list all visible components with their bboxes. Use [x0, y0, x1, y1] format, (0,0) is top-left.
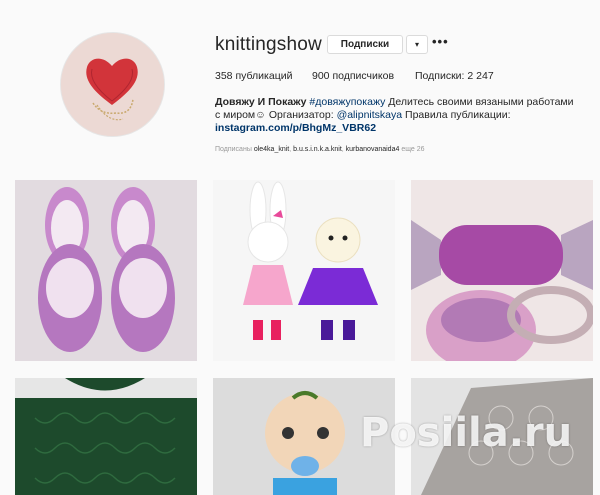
followed-by-user[interactable]: ole4ka_knit [254, 146, 289, 153]
posts-count-label: публикаций [235, 70, 293, 82]
bio-rules-label: Правила публикации: [405, 109, 511, 121]
bio-link[interactable]: instagram.com/p/BhgMz_VBR62 [215, 122, 376, 134]
profile-avatar[interactable] [60, 32, 165, 137]
post-thumbnail-knitted-bunny-toys[interactable] [213, 180, 395, 361]
following-count-label: Подписки: [415, 70, 465, 82]
followers-count-label: подписчиков [332, 70, 395, 82]
posts-count-value: 358 [215, 70, 233, 82]
more-options-icon[interactable]: ••• [432, 34, 449, 49]
followed-by-more[interactable]: еще 26 [401, 146, 424, 153]
followers-count-value: 900 [312, 70, 330, 82]
following-count[interactable]: Подписки: 2 247 [415, 70, 494, 82]
followed-by-label: Подписаны [215, 146, 252, 153]
followed-by: Подписаны ole4ka_knit, b.u.s.i.n.k.a.kni… [215, 146, 425, 153]
post-thumbnail-knitted-candy-bag[interactable] [411, 180, 593, 361]
followers-count[interactable]: 900 подписчиков [312, 70, 394, 82]
watermark-text: Posiila.ru [360, 410, 573, 456]
profile-username: knittingshow [215, 34, 322, 55]
profile-bio: Довяжу И Покажу #довяжупокажу Делитесь с… [215, 96, 575, 135]
smile-emoji-icon: ☺ [255, 109, 266, 121]
posts-count: 358 публикаций [215, 70, 292, 82]
suggestions-dropdown-button[interactable]: ▾ [406, 35, 428, 54]
followed-by-user[interactable]: kurbanovanaida4 [346, 146, 400, 153]
following-count-value: 2 247 [467, 70, 494, 82]
bio-hashtag[interactable]: #довяжупокажу [309, 96, 385, 108]
following-button[interactable]: Подписки [327, 35, 403, 54]
bio-name: Довяжу И Покажу [215, 96, 307, 108]
post-thumbnail-green-knit-sweater[interactable] [15, 378, 197, 495]
bio-mention[interactable]: @alipnitskaya [337, 109, 403, 121]
post-thumbnail-crochet-slippers[interactable] [15, 180, 197, 361]
bio-organizer-label: Организатор: [268, 109, 334, 121]
followed-by-user[interactable]: b.u.s.i.n.k.a.knit [293, 146, 342, 153]
